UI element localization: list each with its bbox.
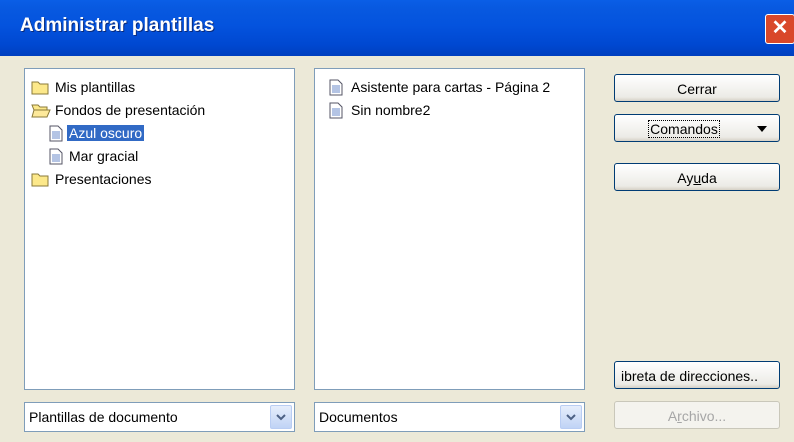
document-icon — [329, 102, 343, 119]
tree-item-label: Presentaciones — [55, 171, 152, 187]
tree-item-label: Mar gracial — [69, 148, 139, 164]
document-source-select[interactable]: Documentos — [314, 402, 585, 432]
address-book-button-label: ibreta de direcciones.. — [621, 368, 758, 384]
commands-button-label: Comandos — [648, 120, 720, 138]
tree-item-label: Mis plantillas — [55, 79, 136, 95]
chevron-down-icon[interactable] — [560, 405, 582, 429]
commands-button[interactable]: Comandos — [614, 114, 780, 142]
chevron-down-icon[interactable] — [270, 405, 292, 429]
open-folder-icon — [31, 104, 51, 118]
folder-icon — [31, 81, 49, 95]
close-button[interactable]: Cerrar — [614, 74, 780, 102]
close-icon[interactable]: ✕ — [765, 14, 794, 44]
dialog-window: Administrar plantillas ✕ Mis plantillas … — [0, 0, 794, 442]
file-button[interactable]: Archivo... — [614, 401, 780, 429]
template-type-value: Plantillas de documento — [29, 409, 178, 425]
document-source-value: Documentos — [319, 409, 398, 425]
list-item-label: Sin nombre2 — [351, 102, 431, 118]
dialog-title: Administrar plantillas — [20, 15, 215, 36]
document-icon — [49, 125, 63, 142]
list-item-label: Asistente para cartas - Página 2 — [351, 79, 551, 95]
help-button[interactable]: Ayuda — [614, 163, 780, 191]
close-button-label: Cerrar — [677, 81, 717, 97]
template-type-select[interactable]: Plantillas de documento — [24, 402, 295, 432]
document-icon — [49, 148, 63, 165]
help-button-label: Ayuda — [677, 170, 717, 186]
title-bar[interactable]: Administrar plantillas ✕ — [0, 0, 794, 56]
templates-list[interactable]: Asistente para cartas - Página 2 Sin nom… — [314, 68, 585, 390]
template-categories-tree[interactable]: Mis plantillas Fondos de presentación Az… — [24, 68, 295, 390]
file-button-label: Archivo... — [667, 408, 727, 424]
address-book-button[interactable]: ibreta de direcciones.. — [614, 361, 780, 389]
tree-item-label: Fondos de presentación — [55, 102, 206, 118]
dropdown-arrow-icon — [757, 126, 767, 132]
folder-icon — [31, 173, 49, 187]
tree-item-label: Azul oscuro — [67, 125, 145, 141]
document-icon — [329, 79, 343, 96]
